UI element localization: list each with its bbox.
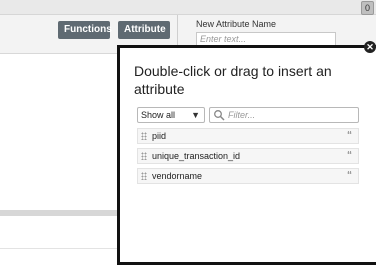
attribute-label: piid: [152, 131, 167, 141]
attribute-label: unique_transaction_id: [152, 151, 241, 161]
quote-icon: “: [347, 130, 352, 141]
filter-placeholder: Filter...: [228, 110, 256, 120]
show-filter-select[interactable]: Show all ▼: [137, 107, 205, 123]
chevron-down-icon: ▼: [191, 110, 200, 120]
quote-icon: “: [347, 170, 352, 181]
quote-icon: “: [347, 150, 352, 161]
left-panel: [0, 54, 120, 256]
left-panel-line: [0, 248, 120, 249]
functions-button[interactable]: Functions: [58, 21, 112, 39]
filter-input[interactable]: Filter...: [209, 107, 359, 123]
search-icon: [214, 110, 225, 121]
new-attribute-name-label: New Attribute Name: [196, 19, 277, 29]
top-bar: 0: [0, 0, 376, 15]
show-filter-value: Show all: [141, 110, 176, 120]
drag-handle-icon[interactable]: [141, 152, 147, 160]
attribute-item-unique-transaction-id[interactable]: unique_transaction_id “: [137, 148, 359, 164]
attribute-list: piid “ unique_transaction_id “ vendornam…: [137, 128, 359, 188]
popup-title: Double-click or drag to insert an attrib…: [134, 63, 332, 97]
left-panel-divider: [0, 210, 120, 216]
attribute-item-piid[interactable]: piid “: [137, 128, 359, 144]
new-attribute-name-input[interactable]: Enter text...: [196, 32, 336, 46]
attribute-label: vendorname: [152, 171, 203, 181]
drag-handle-icon[interactable]: [141, 172, 147, 180]
attribute-picker-popup: Double-click or drag to insert an attrib…: [117, 45, 376, 265]
drag-handle-icon[interactable]: [141, 132, 147, 140]
attribute-button[interactable]: Attribute: [118, 21, 170, 39]
close-icon[interactable]: ✕: [364, 41, 376, 53]
attribute-item-vendorname[interactable]: vendorname “: [137, 168, 359, 184]
count-badge[interactable]: 0: [361, 1, 374, 15]
